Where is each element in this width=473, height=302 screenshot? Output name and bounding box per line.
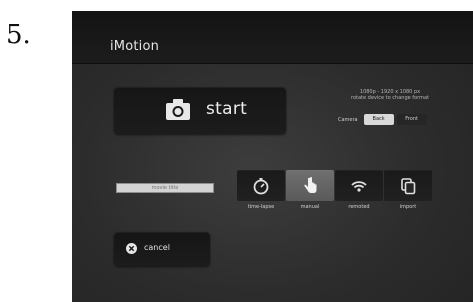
mode-button-import[interactable]: [384, 170, 432, 201]
import-icon: [401, 178, 416, 195]
cancel-label: cancel: [144, 243, 170, 252]
mode-label-remoted: remoted: [348, 204, 370, 210]
step-number: 5.: [6, 20, 31, 50]
cancel-button[interactable]: cancel: [114, 232, 210, 266]
app-screen: iMotion start 1080p - 1920 x 1080 px rot…: [72, 11, 473, 302]
camera-option-front[interactable]: Front: [396, 114, 427, 125]
top-bar: iMotion: [72, 11, 473, 64]
app-title: iMotion: [110, 39, 160, 54]
movie-title-input[interactable]: [116, 183, 214, 193]
camera-label: Camera: [338, 116, 358, 123]
timer-icon: [253, 178, 269, 195]
start-label: start: [206, 99, 248, 119]
camera-option-back[interactable]: Back: [363, 114, 394, 125]
mode-label-import: import: [399, 204, 417, 210]
hand-pointer-icon: [304, 177, 317, 193]
camera-selector: Camera Back Front: [338, 114, 430, 125]
rotate-hint-text: rotate device to change format: [351, 95, 429, 101]
wifi-icon: [351, 181, 367, 192]
mode-selector: [237, 170, 433, 201]
format-info: 1080p - 1920 x 1080 px rotate device to …: [335, 89, 445, 101]
mode-button-remoted[interactable]: [335, 170, 383, 201]
mode-button-time-lapse[interactable]: [237, 170, 285, 201]
mode-button-manual[interactable]: [286, 170, 334, 201]
mode-label-manual: manual: [300, 204, 320, 210]
mode-label-time-lapse: time-lapse: [247, 204, 275, 210]
cancel-icon: [126, 243, 137, 254]
page: 5. iMotion start 1080p - 1920 x 1080 px …: [0, 0, 473, 302]
camera-icon: [166, 99, 190, 120]
start-button[interactable]: start: [114, 87, 286, 134]
